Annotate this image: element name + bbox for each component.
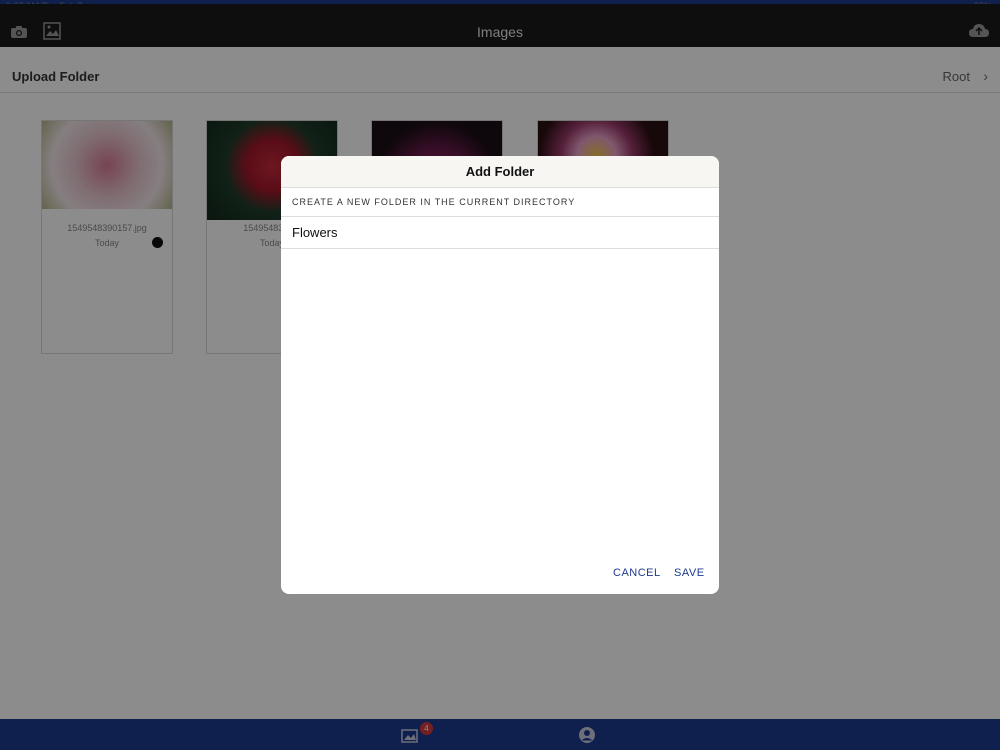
dialog-title: Add Folder bbox=[465, 164, 535, 179]
save-button[interactable]: SAVE bbox=[674, 567, 705, 579]
dialog-subtitle: CREATE A NEW FOLDER IN THE CURRENT DIREC… bbox=[292, 197, 576, 207]
cancel-button[interactable]: CANCEL bbox=[613, 567, 661, 579]
dialog-header: Add Folder bbox=[281, 156, 719, 188]
add-folder-dialog: Add Folder CREATE A NEW FOLDER IN THE CU… bbox=[281, 156, 719, 594]
folder-name-input[interactable] bbox=[281, 217, 719, 249]
